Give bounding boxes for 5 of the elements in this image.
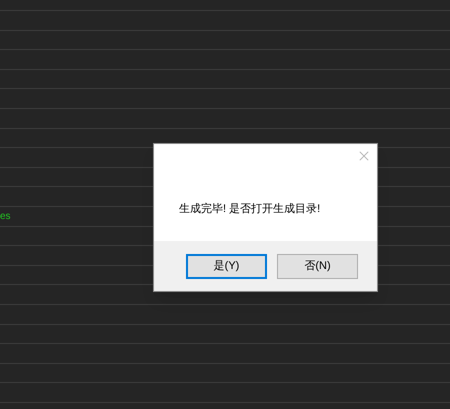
close-icon[interactable] [359,151,369,161]
console-text: es [0,210,11,224]
dialog-message: 生成完毕! 是否打开生成目录! [179,202,320,217]
dialog-button[interactable]: 是(Y) [186,254,267,278]
dialog-button[interactable]: 否(N) [277,254,358,278]
